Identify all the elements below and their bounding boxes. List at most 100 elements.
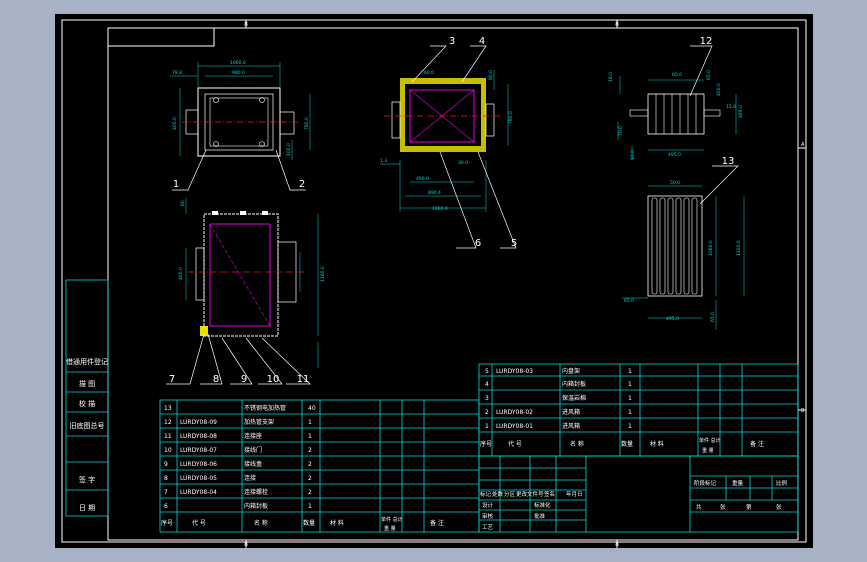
bom-cell: 内盘架	[562, 367, 580, 375]
header-qty: 数量	[621, 440, 633, 448]
tb-scale: 比例	[776, 479, 788, 487]
bom-cell: 1	[628, 395, 632, 402]
balloon-12: 12	[700, 36, 713, 47]
bom-cell: 加热管支架	[244, 418, 274, 426]
section-dim-780: 780.0	[508, 111, 514, 124]
bom-cell: 进风箱	[562, 422, 580, 430]
zone-label-top-b: 8	[615, 21, 619, 28]
balloon-2: 2	[299, 179, 305, 190]
balloon-5: 5	[511, 238, 517, 249]
header-code: 代 号	[192, 519, 206, 527]
front-dim-780: 780.0	[304, 117, 310, 130]
bom-cell: LURDY08-09	[180, 419, 217, 426]
bom-cell: 2	[308, 489, 312, 496]
bom-cell: 1	[628, 368, 632, 375]
front-dim-100: 100.0	[286, 143, 292, 156]
bom-cell: 1	[308, 503, 312, 510]
header-remark: 备 注	[430, 519, 444, 527]
bom-cell: 40	[308, 405, 316, 412]
tb-weight: 重量	[732, 479, 744, 487]
bom-cell: 连接螺栓	[244, 488, 268, 496]
balloon-9: 9	[241, 374, 247, 385]
bom-cell: 连接	[244, 474, 256, 482]
bracket-dim-65: 65.0	[706, 70, 712, 80]
bracket-dim-70: 70.0	[618, 126, 624, 136]
tube-dim-50: 50.0	[670, 180, 680, 186]
bracket-dim-400: 400.0	[716, 83, 722, 96]
header-material: 材 料	[650, 440, 664, 448]
tb-zone: 分区	[504, 490, 516, 498]
bom-cell: 3	[485, 395, 489, 402]
margin-label-date: 日 期	[79, 504, 95, 512]
bom-cell: 4	[485, 381, 489, 388]
bom-cell: LURDY08-01	[496, 423, 533, 430]
front-dim-980: 980.0	[232, 70, 245, 76]
zone-label-right-a: A	[801, 142, 805, 148]
front-dim-1060: 1060.0	[230, 60, 246, 66]
bom-cell: 1	[308, 433, 312, 440]
header-remark: 备 注	[750, 440, 764, 448]
balloon-10: 10	[267, 374, 280, 385]
bom-cell: 内箱封板	[244, 502, 268, 510]
header-name: 名 称	[254, 519, 268, 527]
bom-cell: LURDY08-04	[180, 489, 217, 496]
tb-stage-mark: 阶段标记	[694, 479, 717, 487]
bom-cell: 2	[308, 475, 312, 482]
zone-label-right-b: B	[801, 408, 805, 414]
section-dim-30: 30.0	[458, 160, 468, 166]
zone-label-top-a: 8	[244, 21, 248, 28]
side-dim-1160: 1160.0	[320, 266, 326, 282]
tb-sheet-label-2: 张	[776, 503, 782, 511]
bom-cell: LURDY08-02	[496, 409, 533, 416]
header-name: 名 称	[570, 440, 584, 448]
bom-cell: 进风箱	[562, 408, 580, 416]
section-dim-60: 60.0	[424, 70, 434, 76]
bom-cell: 1	[485, 423, 489, 430]
balloon-13: 13	[722, 156, 735, 167]
tb-role-process: 工艺	[482, 524, 494, 531]
zone-label-bottom-a: 8	[244, 541, 248, 548]
bom-cell: LURDY08-08	[180, 433, 217, 440]
front-dim-400: 400.0	[172, 117, 178, 130]
header-weight-sub: 重 量	[702, 447, 714, 454]
bom-cell: 12	[164, 419, 172, 426]
tb-count: 处数	[492, 490, 504, 498]
bom-cell: 接线门	[244, 446, 262, 454]
bracket-dim-60: 60.0	[672, 72, 682, 78]
header-weight-sub: 重 量	[384, 525, 396, 532]
tube-dim-65-left: 65.0	[624, 298, 634, 304]
bom-cell: 8	[164, 475, 168, 482]
bom-cell: 2	[308, 461, 312, 468]
zone-label-bottom-b: 8	[615, 541, 619, 548]
tube-dim-495: 495.0	[666, 316, 679, 322]
header-code: 代 号	[508, 440, 522, 448]
bom-cell: 2	[485, 409, 489, 416]
tube-dim-1060: 1060.0	[708, 240, 714, 256]
bom-cell: LURDY08-07	[180, 447, 217, 454]
bracket-dim-10: 10.0	[630, 150, 636, 160]
bom-cell: 9	[164, 461, 168, 468]
tb-role-check: 审核	[482, 512, 494, 520]
tb-change-doc: 更改文件号	[516, 490, 544, 498]
side-dim-400: 400.0	[178, 267, 184, 280]
front-dim-78: 78.8	[172, 70, 182, 76]
tb-role-standard: 标准化	[534, 501, 551, 509]
margin-label-sign: 签 字	[79, 475, 95, 484]
tb-role-approve: 批准	[534, 512, 546, 520]
header-weight: 单件 总计	[699, 437, 721, 444]
section-dim-890: 890.4	[428, 190, 441, 196]
bom-cell: 6	[164, 503, 168, 510]
bom-cell: 1	[308, 419, 312, 426]
header-qty: 数量	[303, 519, 315, 527]
bracket-dim-489: 489.0	[738, 105, 744, 118]
section-dim-490: 490.0	[416, 176, 429, 182]
margin-label-check: 校 描	[79, 399, 95, 408]
balloon-1: 1	[173, 179, 179, 190]
balloon-7: 7	[169, 374, 175, 385]
bracket-dim-495: 495.0	[668, 152, 681, 158]
tb-sheet-label: 张	[720, 503, 726, 511]
tb-signature: 签名	[544, 490, 555, 498]
cad-drawing-sheet: 8 8 8 8 A B 借通用件登记 描 图 校 描 旧底图总号 签 字 日 期	[55, 14, 813, 548]
bom-cell: 接线盒	[244, 460, 262, 468]
section-dim-80: 80.0	[488, 70, 494, 80]
